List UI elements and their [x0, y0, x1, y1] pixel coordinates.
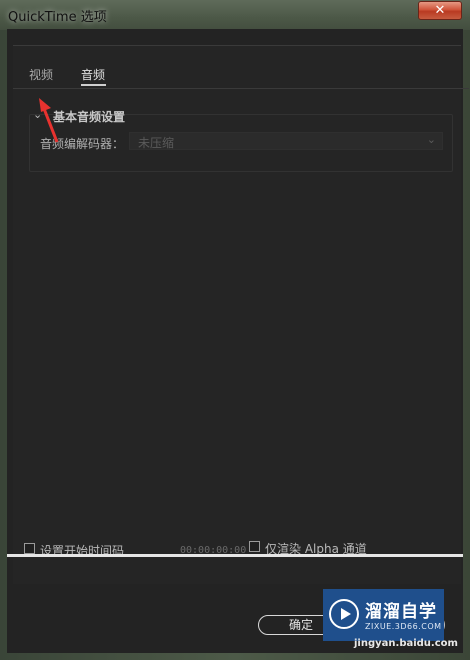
dialog-body: 视频 音频 ⌄ 基本音频设置 音频编解码器： 未压缩 ⌄ 设置开始时间码 00:…	[7, 29, 469, 653]
play-logo-icon	[329, 599, 359, 629]
watermark-badge: 溜溜自学 ZIXUE.3D66.COM	[323, 589, 444, 641]
options-panel: 视频 音频 ⌄ 基本音频设置 音频编解码器： 未压缩 ⌄	[13, 45, 469, 584]
tab-divider	[13, 88, 469, 89]
close-button[interactable]: ✕	[418, 1, 462, 20]
titlebar: QuickTime 选项 ✕	[0, 0, 470, 30]
window-title: QuickTime 选项	[8, 10, 107, 25]
active-tab-indicator	[81, 84, 106, 86]
audio-codec-select[interactable]: 未压缩 ⌄	[129, 132, 443, 150]
alpha-only-checkbox[interactable]	[249, 541, 260, 552]
watermark-domain: ZIXUE.3D66.COM	[365, 622, 442, 631]
dialog-window: QuickTime 选项 ✕ 视频 音频 ⌄ 基本音频设置 音频编解码器： 未压…	[0, 0, 470, 660]
select-caret-icon: ⌄	[426, 133, 436, 146]
watermark-title: 溜溜自学	[365, 602, 437, 622]
set-start-timecode-checkbox[interactable]	[24, 543, 35, 554]
watermark-url: jingyan.baidu.com	[354, 638, 458, 649]
tab-video[interactable]: 视频	[29, 66, 53, 83]
audio-codec-value: 未压缩	[138, 136, 175, 150]
footer-divider	[7, 554, 463, 557]
close-icon: ✕	[434, 3, 446, 18]
tab-audio[interactable]: 音频	[81, 66, 105, 83]
red-arrow-annotation	[39, 98, 59, 143]
